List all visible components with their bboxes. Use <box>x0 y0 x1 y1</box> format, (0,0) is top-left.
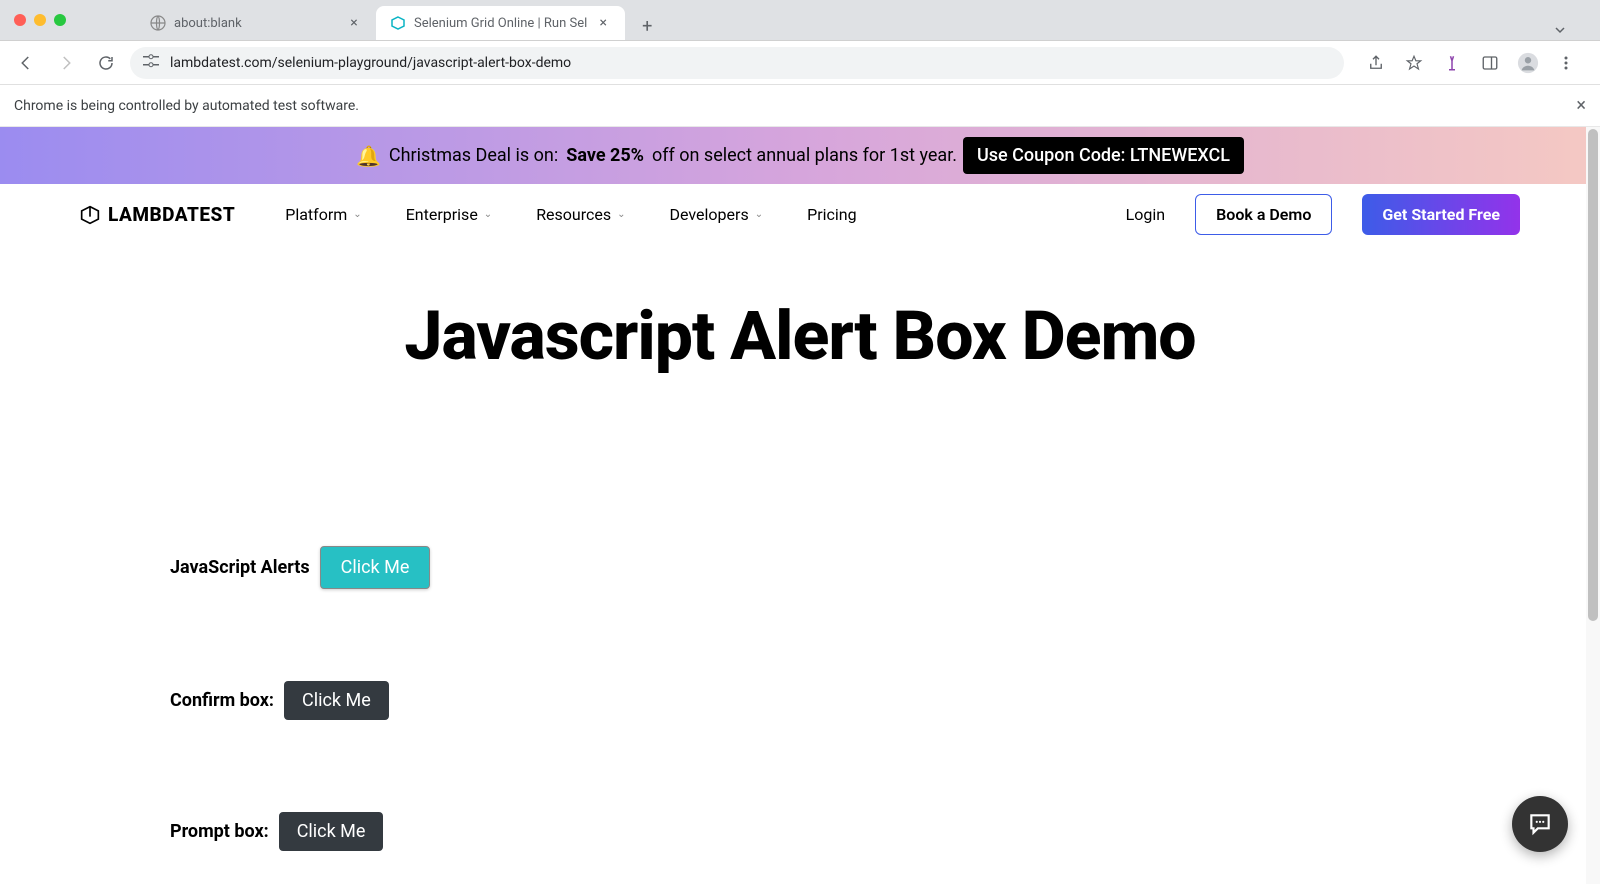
close-window-button[interactable] <box>14 14 26 26</box>
click-me-alert-button[interactable]: Click Me <box>320 546 431 589</box>
bookmark-star-icon[interactable] <box>1398 47 1430 79</box>
bell-icon: 🔔 <box>356 144 381 168</box>
globe-icon <box>150 15 166 31</box>
browser-tabs: about:blank × Selenium Grid Online | Run… <box>136 0 1586 40</box>
close-banner-icon[interactable]: × <box>1576 95 1586 116</box>
profile-icon[interactable] <box>1512 47 1544 79</box>
tab-overflow-button[interactable] <box>1534 21 1586 40</box>
logo-text: LAMBDATEST <box>108 203 235 226</box>
demo-row-prompt: Prompt box: Click Me <box>170 812 1430 851</box>
nav-resources[interactable]: Resources ⌄ <box>536 205 625 224</box>
forward-button[interactable] <box>50 47 82 79</box>
demo-row-alerts: JavaScript Alerts Click Me <box>170 546 1430 589</box>
nav-platform[interactable]: Platform ⌄ <box>285 205 361 224</box>
share-icon[interactable] <box>1360 47 1392 79</box>
promo-banner[interactable]: 🔔 Christmas Deal is on: Save 25% off on … <box>0 127 1600 184</box>
automation-banner: Chrome is being controlled by automated … <box>0 85 1600 127</box>
reload-button[interactable] <box>90 47 122 79</box>
nav-pricing[interactable]: Pricing <box>807 205 857 224</box>
lambdatest-logo-icon <box>80 205 100 225</box>
chevron-down-icon: ⌄ <box>755 209 763 220</box>
page-viewport: 🔔 Christmas Deal is on: Save 25% off on … <box>0 127 1600 884</box>
nav-developers[interactable]: Developers ⌄ <box>670 205 764 224</box>
browser-tab-1[interactable]: about:blank × <box>136 6 376 40</box>
logo[interactable]: LAMBDATEST <box>80 203 235 226</box>
scrollbar-track[interactable] <box>1586 127 1600 884</box>
chevron-down-icon: ⌄ <box>617 209 625 220</box>
automation-message: Chrome is being controlled by automated … <box>14 98 359 114</box>
window-title-bar: about:blank × Selenium Grid Online | Run… <box>0 0 1600 41</box>
demo-label: JavaScript Alerts <box>170 557 310 578</box>
page-title: Javascript Alert Box Demo <box>170 296 1430 376</box>
tab-title: Selenium Grid Online | Run Sel <box>414 16 587 31</box>
main-content: Javascript Alert Box Demo JavaScript Ale… <box>0 246 1600 884</box>
deal-text: 🔔 Christmas Deal is on: Save 25% off on … <box>356 144 957 168</box>
close-tab-icon[interactable]: × <box>595 15 611 31</box>
site-settings-icon[interactable] <box>142 54 160 71</box>
chevron-down-icon: ⌄ <box>484 209 492 220</box>
get-started-button[interactable]: Get Started Free <box>1362 194 1520 235</box>
address-bar: lambdatest.com/selenium-playground/javas… <box>0 41 1600 85</box>
demo-row-confirm: Confirm box: Click Me <box>170 681 1430 720</box>
click-me-prompt-button[interactable]: Click Me <box>279 812 384 851</box>
header-actions: Login Book a Demo Get Started Free <box>1126 194 1520 235</box>
scrollbar-thumb[interactable] <box>1588 129 1598 621</box>
demo-label: Prompt box: <box>170 821 269 842</box>
demo-label: Confirm box: <box>170 690 274 711</box>
login-link[interactable]: Login <box>1126 205 1165 224</box>
browser-tab-2[interactable]: Selenium Grid Online | Run Sel × <box>376 6 625 40</box>
sidepanel-icon[interactable] <box>1474 47 1506 79</box>
header-nav: LAMBDATEST Platform ⌄ Enterprise ⌄ Resou… <box>0 184 1600 246</box>
nav-items: Platform ⌄ Enterprise ⌄ Resources ⌄ Deve… <box>285 205 856 224</box>
menu-icon[interactable] <box>1550 47 1582 79</box>
extensions-icon[interactable] <box>1436 47 1468 79</box>
chevron-down-icon: ⌄ <box>353 209 361 220</box>
lambdatest-favicon <box>390 15 406 31</box>
new-tab-button[interactable]: + <box>633 12 661 40</box>
maximize-window-button[interactable] <box>54 14 66 26</box>
traffic-lights <box>14 14 66 26</box>
url-text: lambdatest.com/selenium-playground/javas… <box>170 55 571 71</box>
click-me-confirm-button[interactable]: Click Me <box>284 681 389 720</box>
coupon-code: Use Coupon Code: LTNEWEXCL <box>963 137 1244 174</box>
nav-enterprise[interactable]: Enterprise ⌄ <box>406 205 493 224</box>
close-tab-icon[interactable]: × <box>346 15 362 31</box>
minimize-window-button[interactable] <box>34 14 46 26</box>
back-button[interactable] <box>10 47 42 79</box>
toolbar-icons <box>1352 47 1590 79</box>
url-bar[interactable]: lambdatest.com/selenium-playground/javas… <box>130 47 1344 79</box>
book-demo-button[interactable]: Book a Demo <box>1195 194 1332 235</box>
chat-widget-button[interactable] <box>1512 796 1568 852</box>
tab-title: about:blank <box>174 16 338 31</box>
